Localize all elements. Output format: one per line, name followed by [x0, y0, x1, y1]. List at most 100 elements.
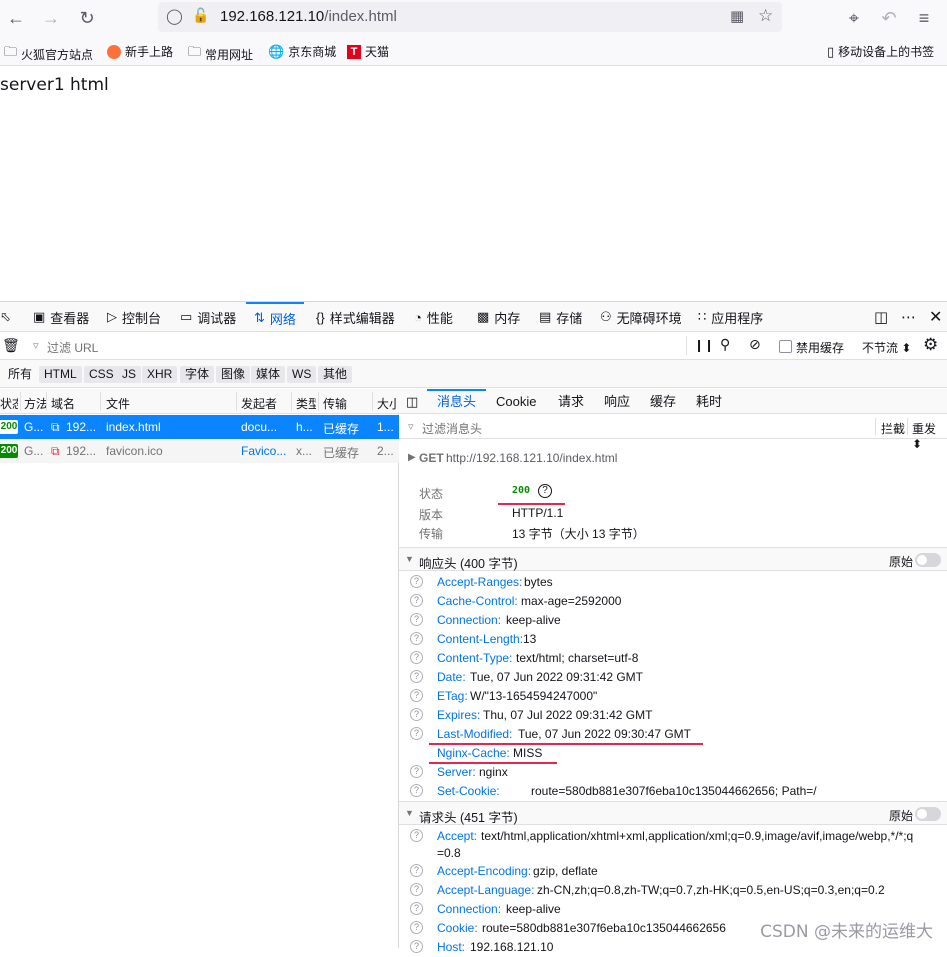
- raw-toggle[interactable]: [915, 807, 941, 821]
- type-ws[interactable]: WS: [287, 366, 317, 383]
- header-row[interactable]: Nginx-Cache: MISS: [399, 744, 947, 763]
- header-row[interactable]: ? Server: nginx: [399, 763, 947, 782]
- help-icon[interactable]: ?: [410, 651, 423, 664]
- tab-inspector[interactable]: ▣ 查看器: [33, 302, 89, 332]
- help-icon[interactable]: ?: [410, 864, 423, 877]
- type-all[interactable]: 所有: [3, 366, 37, 383]
- url-bar[interactable]: ◯ 🔓 192.168.121.10/index.html ▦ ☆: [158, 2, 782, 32]
- bookmark-common-sites[interactable]: 🗀 常用网址: [188, 43, 253, 65]
- toggle-panel-icon[interactable]: ◫: [406, 394, 418, 410]
- bookmark-firefox-site[interactable]: 🗀 火狐官方站点: [4, 43, 93, 65]
- header-row[interactable]: ? ETag: W/"13-1654594247000": [399, 687, 947, 706]
- tab-storage[interactable]: ▤ 存储: [539, 302, 582, 332]
- tab-memory[interactable]: ▩ 内存: [477, 302, 520, 332]
- header-row[interactable]: ? Accept-Language: zh-CN,zh;q=0.8,zh-TW;q=…: [399, 881, 947, 900]
- tab-timings[interactable]: 耗时: [696, 389, 722, 414]
- tab-cookies[interactable]: Cookie: [496, 389, 536, 414]
- insecure-lock-icon[interactable]: 🔓: [192, 7, 209, 24]
- pick-element-icon[interactable]: ⬁: [0, 302, 11, 332]
- bookmark-getting-started[interactable]: 新手上路: [107, 43, 173, 60]
- help-icon[interactable]: ?: [410, 632, 423, 645]
- help-icon[interactable]: ?: [410, 727, 423, 740]
- help-icon[interactable]: ?: [410, 784, 423, 797]
- undo-icon[interactable]: ↶: [875, 4, 903, 32]
- col-domain[interactable]: 域名: [51, 395, 99, 412]
- request-row[interactable]: 200 G... ⧉ 192... favicon.ico Favico... …: [0, 439, 399, 463]
- tab-performance[interactable]: ◔ 性能: [414, 302, 453, 332]
- response-headers-section[interactable]: ▼ 响应头 (400 字节) 原始: [399, 547, 947, 571]
- search-icon[interactable]: ⚲: [720, 336, 730, 353]
- header-row[interactable]: ? Accept-Encoding: gzip, deflate: [399, 862, 947, 881]
- pause-icon[interactable]: ❙❙: [694, 338, 714, 352]
- tab-debugger[interactable]: ▭ 调试器: [180, 302, 236, 332]
- tab-headers[interactable]: 消息头: [427, 389, 487, 414]
- header-row[interactable]: ? Content-Length: 13: [399, 630, 947, 649]
- help-icon[interactable]: ?: [410, 765, 423, 778]
- block-icon[interactable]: ⊘: [749, 336, 761, 353]
- col-size[interactable]: 大小: [377, 395, 397, 412]
- request-initiator[interactable]: Favico...: [241, 444, 289, 458]
- help-icon[interactable]: ?: [410, 613, 423, 626]
- tab-cache[interactable]: 缓存: [650, 389, 676, 414]
- headers-filter-input[interactable]: 过滤消息头: [422, 420, 862, 437]
- disable-cache-checkbox[interactable]: [779, 340, 792, 353]
- block-button[interactable]: 拦截: [881, 420, 905, 437]
- shield-icon[interactable]: ◯: [166, 7, 183, 25]
- collapse-arrow-icon[interactable]: ▼: [405, 554, 414, 564]
- expand-arrow-icon[interactable]: ▶: [408, 452, 416, 463]
- settings-gear-icon[interactable]: ⚙: [923, 335, 938, 355]
- help-icon[interactable]: ?: [410, 575, 423, 588]
- help-icon[interactable]: ?: [410, 708, 423, 721]
- type-css[interactable]: CSS: [84, 366, 119, 383]
- header-row[interactable]: ? Expires: Thu, 07 Jul 2022 09:31:42 GMT: [399, 706, 947, 725]
- url-text[interactable]: 192.168.121.10/index.html: [220, 8, 397, 25]
- trash-icon[interactable]: 🗑: [2, 337, 20, 354]
- more-options-icon[interactable]: ⋯: [901, 302, 916, 332]
- help-icon[interactable]: ?: [410, 921, 423, 934]
- close-devtools-icon[interactable]: ✕: [929, 302, 942, 332]
- header-row[interactable]: ? Accept-Ranges: bytes: [399, 573, 947, 592]
- tab-response[interactable]: 响应: [604, 389, 630, 414]
- type-fonts[interactable]: 字体: [180, 366, 215, 383]
- tab-accessibility[interactable]: ⚇ 无障碍环境: [600, 302, 682, 332]
- bookmark-star-icon[interactable]: ☆: [758, 6, 773, 26]
- header-row[interactable]: ? Set-Cookie: route=580db881e307f6eba10c13…: [399, 782, 947, 801]
- tab-network[interactable]: ⇅ 网络: [246, 302, 304, 332]
- request-url[interactable]: http://192.168.121.10/index.html: [446, 451, 617, 465]
- type-html[interactable]: HTML: [39, 366, 82, 383]
- request-row[interactable]: 200 G... ⧉ 192... index.html docu... h..…: [0, 415, 399, 439]
- tab-request[interactable]: 请求: [558, 389, 584, 414]
- header-row[interactable]: ? Cache-Control: max-age=2592000: [399, 592, 947, 611]
- help-icon[interactable]: ?: [410, 883, 423, 896]
- col-file[interactable]: 文件: [106, 395, 231, 412]
- tab-application[interactable]: ∷ 应用程序: [698, 302, 763, 332]
- menu-icon[interactable]: ≡: [910, 4, 938, 32]
- col-status[interactable]: 状态: [0, 395, 18, 412]
- screenshot-crop-icon[interactable]: ⌖: [840, 4, 868, 32]
- help-icon[interactable]: ?: [410, 902, 423, 915]
- forward-arrow-icon[interactable]: →: [37, 4, 65, 32]
- header-row[interactable]: ? Accept: text/html,application/xhtml+xml,…: [399, 827, 947, 863]
- qr-code-icon[interactable]: ▦: [730, 7, 744, 25]
- help-icon[interactable]: ?: [410, 670, 423, 683]
- header-row[interactable]: ? Date: Tue, 07 Jun 2022 09:31:42 GMT: [399, 668, 947, 687]
- collapse-arrow-icon[interactable]: ▼: [405, 808, 414, 818]
- throttle-select[interactable]: 不节流 ⬍: [862, 339, 911, 356]
- request-headers-section[interactable]: ▼ 请求头 (451 字节) 原始: [399, 801, 947, 825]
- url-filter-input[interactable]: 过滤 URL: [47, 339, 667, 356]
- tab-style-editor[interactable]: {} 样式编辑器: [316, 302, 395, 332]
- help-icon[interactable]: ?: [538, 484, 552, 498]
- back-arrow-icon[interactable]: ←: [2, 4, 30, 32]
- type-js[interactable]: JS: [117, 366, 142, 383]
- header-row[interactable]: ? Last-Modified: Tue, 07 Jun 2022 09:30:47…: [399, 725, 947, 744]
- raw-toggle[interactable]: [915, 553, 941, 567]
- reload-icon[interactable]: ↻: [73, 4, 101, 32]
- bookmark-tmall[interactable]: T 天猫: [347, 43, 389, 60]
- header-row[interactable]: ? Content-Type: text/html; charset=utf-8: [399, 649, 947, 668]
- help-icon[interactable]: ?: [410, 689, 423, 702]
- type-images[interactable]: 图像: [216, 366, 251, 383]
- col-transferred[interactable]: 传输: [323, 395, 368, 412]
- header-row[interactable]: ? Connection: keep-alive: [399, 611, 947, 630]
- col-method[interactable]: 方法: [24, 395, 46, 412]
- col-type[interactable]: 类型: [296, 395, 316, 412]
